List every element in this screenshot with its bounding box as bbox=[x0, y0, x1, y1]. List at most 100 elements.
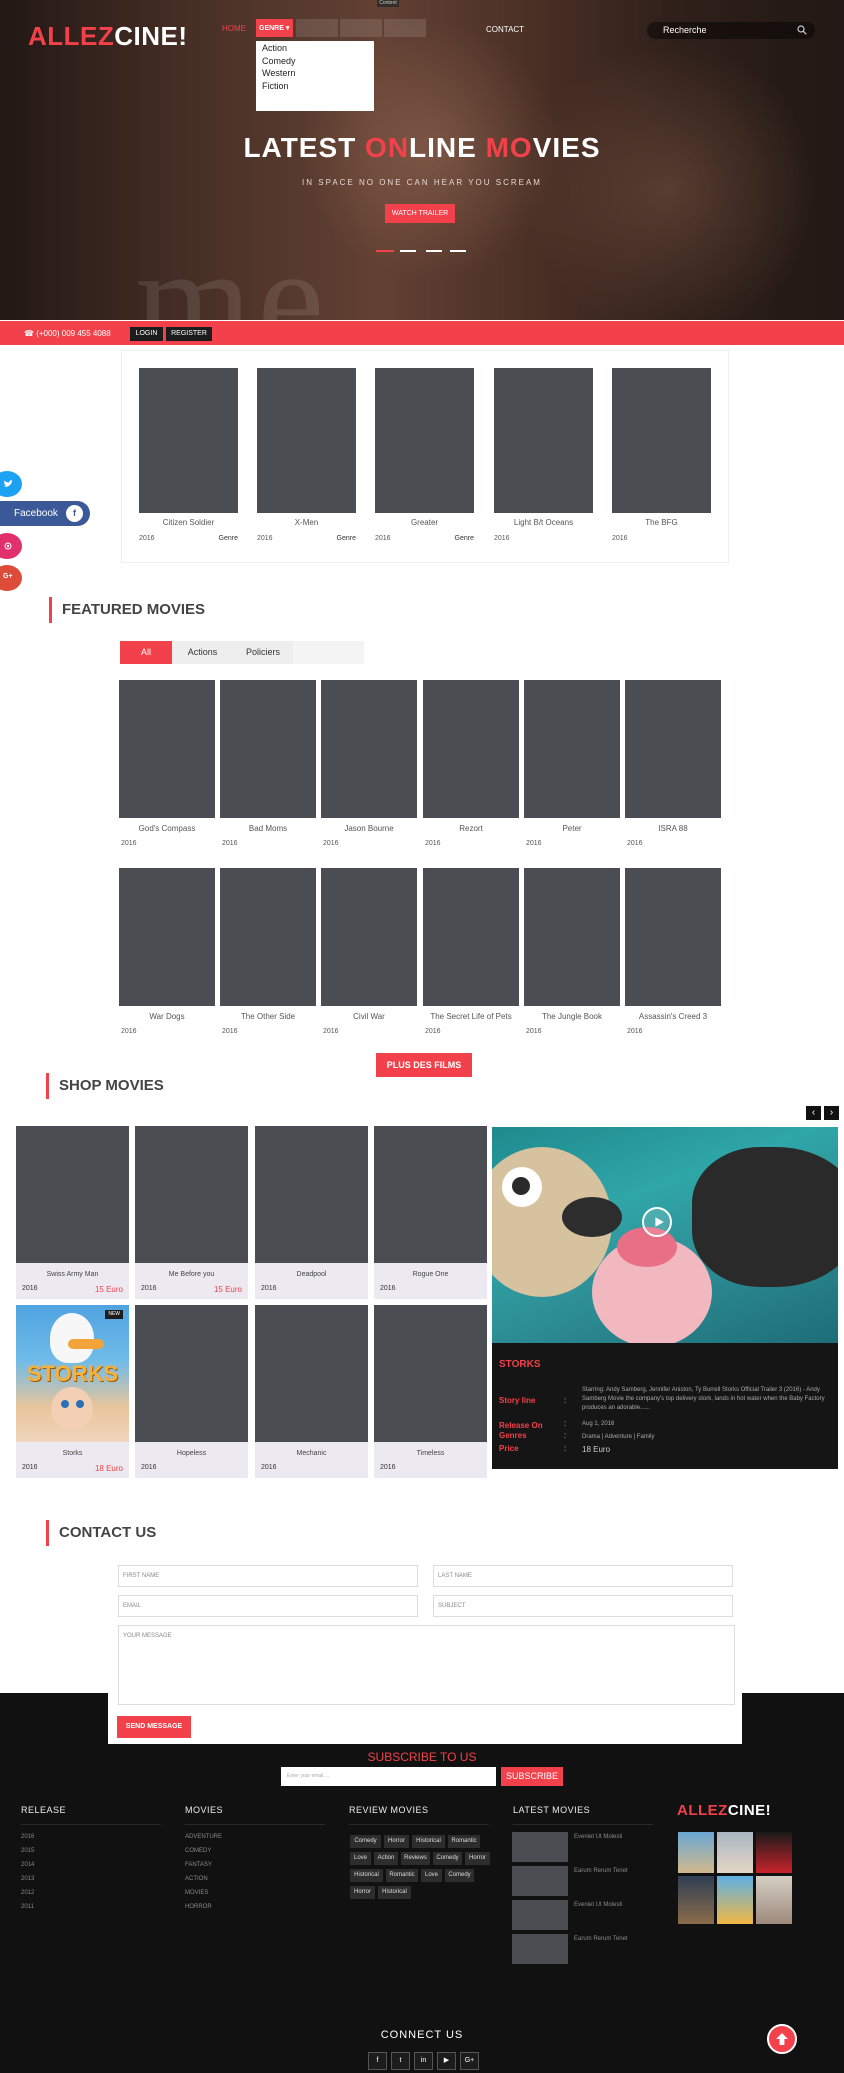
featured-movie-card[interactable]: The Jungle Book 2016 bbox=[524, 868, 620, 1035]
movie-poster[interactable] bbox=[625, 868, 721, 1006]
play-icon[interactable] bbox=[642, 1207, 672, 1237]
send-message-button[interactable]: SEND MESSAGE bbox=[117, 1716, 191, 1738]
review-tag[interactable]: Comedy bbox=[445, 1869, 474, 1882]
footer-youtube-icon[interactable]: ▶ bbox=[437, 2052, 456, 2070]
latest-movie-thumb[interactable] bbox=[512, 1934, 568, 1964]
shop-item[interactable]: Timeless 2016 bbox=[374, 1305, 487, 1478]
release-year-link[interactable]: 2014 bbox=[21, 1862, 34, 1868]
movie-poster[interactable] bbox=[255, 1126, 368, 1263]
featured-movie-card[interactable]: God's Compass 2016 bbox=[119, 680, 215, 847]
watch-trailer-button[interactable]: WATCH TRAILER bbox=[385, 204, 455, 223]
review-tag[interactable]: Action bbox=[374, 1852, 398, 1865]
shop-item[interactable]: Me Before you 2016 15 Euro bbox=[135, 1126, 248, 1299]
release-year-link[interactable]: 2012 bbox=[21, 1890, 34, 1896]
nav-item-blank-2[interactable] bbox=[340, 19, 382, 37]
featured-movie-card[interactable]: Assassin's Creed 3 2016 bbox=[625, 868, 721, 1035]
shop-prev-arrow-icon[interactable]: ‹ bbox=[806, 1106, 821, 1120]
shop-item[interactable]: Mechanic 2016 bbox=[255, 1305, 368, 1478]
first-name-field[interactable]: FIRST NAME bbox=[118, 1565, 418, 1587]
storks-trailer-image[interactable] bbox=[492, 1127, 838, 1343]
review-tag[interactable]: Comedy bbox=[433, 1852, 462, 1865]
review-tag[interactable]: Historical bbox=[412, 1835, 445, 1848]
message-field[interactable]: YOUR MESSAGE bbox=[118, 1625, 735, 1705]
tab-blank[interactable] bbox=[293, 641, 364, 664]
slide-indicator-1[interactable] bbox=[376, 250, 394, 252]
movie-poster[interactable] bbox=[374, 1126, 487, 1263]
movies-category-link[interactable]: MOVIES bbox=[185, 1890, 208, 1896]
slider-movie-card[interactable]: The BFG 2016 bbox=[612, 368, 711, 542]
subject-field[interactable]: SUBJECT bbox=[433, 1595, 733, 1617]
movie-poster[interactable] bbox=[119, 868, 215, 1006]
movie-poster[interactable] bbox=[321, 680, 417, 818]
movie-poster[interactable] bbox=[423, 680, 519, 818]
release-year-link[interactable]: 2013 bbox=[21, 1876, 34, 1882]
genre-option-fiction[interactable]: Fiction bbox=[262, 80, 368, 93]
nav-home[interactable]: HOME bbox=[222, 24, 246, 33]
slider-movie-card[interactable]: Greater 2016 Genre bbox=[375, 368, 474, 542]
latest-movie-thumb[interactable] bbox=[512, 1866, 568, 1896]
movie-poster[interactable] bbox=[321, 868, 417, 1006]
movie-poster[interactable] bbox=[625, 680, 721, 818]
featured-movie-card[interactable]: War Dogs 2016 bbox=[119, 868, 215, 1035]
movies-category-link[interactable]: HORROR bbox=[185, 1904, 212, 1910]
genre-option-action[interactable]: Action bbox=[262, 42, 368, 55]
register-button[interactable]: REGISTER bbox=[166, 327, 212, 341]
movies-category-link[interactable]: COMEDY bbox=[185, 1848, 211, 1854]
review-tag[interactable]: Historical bbox=[350, 1869, 383, 1882]
movies-category-link[interactable]: ACTION bbox=[185, 1876, 208, 1882]
release-year-link[interactable]: 2016 bbox=[21, 1834, 34, 1840]
movie-poster[interactable] bbox=[135, 1126, 248, 1263]
shop-item[interactable]: Hopeless 2016 bbox=[135, 1305, 248, 1478]
movie-poster[interactable] bbox=[374, 1305, 487, 1442]
footer-twitter-icon[interactable]: t bbox=[391, 2052, 410, 2070]
review-tag[interactable]: Romantic bbox=[386, 1869, 418, 1882]
slider-movie-card[interactable]: Light B/t Oceans 2016 bbox=[494, 368, 593, 542]
footer-linkedin-icon[interactable]: in bbox=[414, 2052, 433, 2070]
featured-movie-card[interactable]: ISRA 88 2016 bbox=[625, 680, 721, 847]
email-field[interactable]: EMAIL bbox=[118, 1595, 418, 1617]
genre-option-comedy[interactable]: Comedy bbox=[262, 55, 368, 68]
featured-movie-card[interactable]: Peter 2016 bbox=[524, 680, 620, 847]
movie-poster[interactable] bbox=[494, 368, 593, 513]
review-tag[interactable]: Comedy bbox=[350, 1835, 381, 1848]
site-logo[interactable]: ALLEZCINE! bbox=[28, 21, 188, 52]
movie-poster[interactable] bbox=[220, 868, 316, 1006]
shop-item[interactable]: STORKS NEW Storks 2016 18 Euro bbox=[16, 1305, 129, 1478]
movie-poster[interactable] bbox=[524, 868, 620, 1006]
footer-facebook-icon[interactable]: f bbox=[368, 2052, 387, 2070]
footer-movie-thumb[interactable] bbox=[717, 1832, 753, 1873]
review-tag[interactable]: Love bbox=[350, 1852, 371, 1865]
search-input[interactable]: Recherche bbox=[647, 22, 815, 39]
tab-all[interactable]: All bbox=[120, 641, 172, 664]
facebook-float-button[interactable]: Facebook f bbox=[0, 501, 90, 526]
featured-movie-card[interactable]: Bad Moms 2016 bbox=[220, 680, 316, 847]
review-tag[interactable]: Love bbox=[421, 1869, 442, 1882]
googleplus-float-button[interactable]: G+ bbox=[0, 565, 22, 591]
movie-poster[interactable] bbox=[612, 368, 711, 513]
featured-movie-card[interactable]: The Other Side 2016 bbox=[220, 868, 316, 1035]
slider-movie-card[interactable]: Citizen Soldier 2016 Genre bbox=[139, 368, 238, 542]
release-year-link[interactable]: 2015 bbox=[21, 1848, 34, 1854]
review-tag[interactable]: Horror bbox=[350, 1886, 375, 1899]
movie-poster[interactable] bbox=[139, 368, 238, 513]
login-button[interactable]: LOGIN bbox=[130, 327, 163, 341]
latest-movie-thumb[interactable] bbox=[512, 1900, 568, 1930]
movie-poster[interactable] bbox=[423, 868, 519, 1006]
latest-movie-title[interactable]: Earum Rerum Tenet bbox=[574, 1868, 628, 1874]
release-year-link[interactable]: 2011 bbox=[21, 1904, 34, 1910]
scroll-to-top-button[interactable] bbox=[767, 2024, 797, 2054]
footer-movie-thumb[interactable] bbox=[678, 1876, 714, 1924]
footer-movie-thumb[interactable] bbox=[678, 1832, 714, 1873]
nav-genre-dropdown[interactable]: GENRE ▾ bbox=[256, 19, 293, 37]
review-tag[interactable]: Horror bbox=[384, 1835, 409, 1848]
slide-indicator-4[interactable] bbox=[450, 250, 466, 252]
latest-movie-title[interactable]: Earum Rerum Tenet bbox=[574, 1936, 628, 1942]
twitter-float-button[interactable] bbox=[0, 471, 22, 497]
movie-poster[interactable] bbox=[220, 680, 316, 818]
featured-movie-card[interactable]: Civil War 2016 bbox=[321, 868, 417, 1035]
footer-movie-thumb[interactable] bbox=[756, 1876, 792, 1924]
movies-category-link[interactable]: ADVENTURE bbox=[185, 1834, 222, 1840]
footer-movie-thumb[interactable] bbox=[717, 1876, 753, 1924]
featured-movie-card[interactable]: The Secret Life of Pets 2016 bbox=[423, 868, 519, 1035]
movie-poster[interactable] bbox=[255, 1305, 368, 1442]
